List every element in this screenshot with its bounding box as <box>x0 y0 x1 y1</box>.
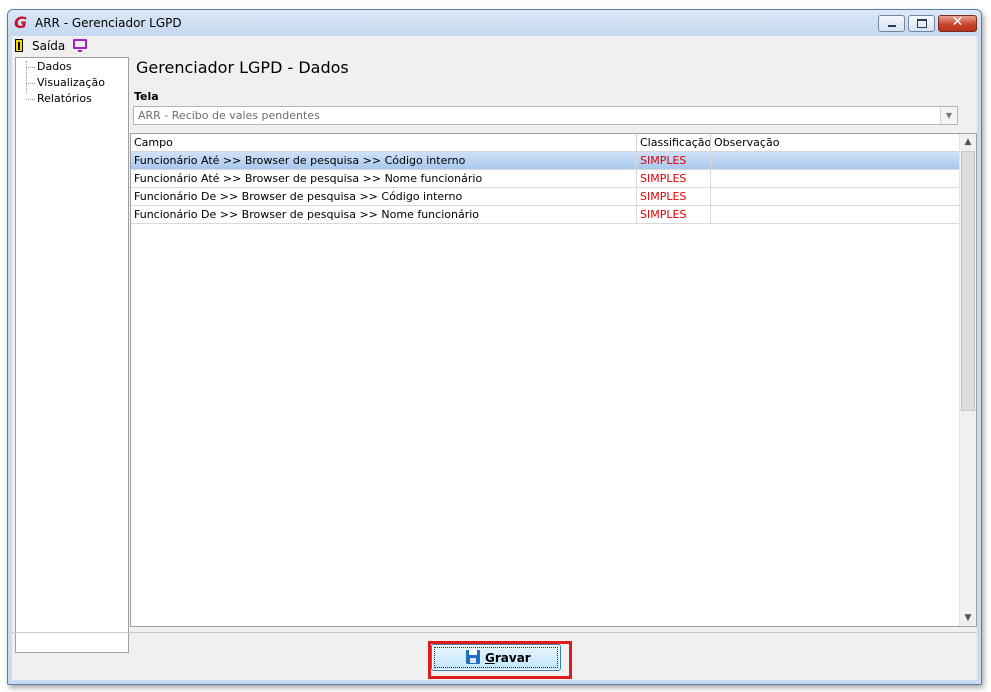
cell-classificacao: SIMPLES <box>640 190 687 203</box>
monitor-icon[interactable] <box>73 39 87 52</box>
fields-grid: Campo Classificação Observação Funcionár… <box>130 133 977 627</box>
column-header-campo[interactable]: Campo <box>131 134 637 151</box>
app-window: G ARR - Gerenciador LGPD ✕ Saída Dados V… <box>7 9 982 685</box>
window-title: ARR - Gerenciador LGPD <box>35 16 182 30</box>
floppy-disk-icon <box>466 650 480 664</box>
minimize-icon <box>888 25 896 27</box>
cell-campo: Funcionário De >> Browser de pesquisa >>… <box>134 190 463 203</box>
tree-item-visualizacao[interactable]: Visualização <box>37 76 105 89</box>
table-row[interactable]: Funcionário De >> Browser de pesquisa >>… <box>131 206 960 224</box>
column-header-observacao[interactable]: Observação <box>711 134 959 151</box>
cell-classificacao: SIMPLES <box>640 154 687 167</box>
save-button-label: Gravar <box>485 651 531 665</box>
menu-bar: Saída <box>12 36 977 56</box>
maximize-icon <box>917 19 927 28</box>
tree-connector <box>26 83 35 84</box>
client-area: Saída Dados Visualização Relatórios Gere… <box>12 36 977 680</box>
scrollbar-thumb[interactable] <box>961 151 975 411</box>
page-title: Gerenciador LGPD - Dados <box>136 58 349 77</box>
save-mnemonic: G <box>485 651 495 665</box>
maximize-button[interactable] <box>908 15 935 32</box>
tree-connector <box>26 67 35 68</box>
cell-observacao[interactable] <box>711 170 959 188</box>
close-icon: ✕ <box>951 14 964 30</box>
cell-campo: Funcionário Até >> Browser de pesquisa >… <box>134 154 466 167</box>
table-row[interactable]: Funcionário Até >> Browser de pesquisa >… <box>131 170 960 188</box>
title-bar[interactable]: G ARR - Gerenciador LGPD ✕ <box>8 10 981 36</box>
cell-campo: Funcionário Até >> Browser de pesquisa >… <box>134 172 483 185</box>
cell-campo: Funcionário De >> Browser de pesquisa >>… <box>134 208 480 221</box>
tela-select-value: ARR - Recibo de vales pendentes <box>138 109 320 122</box>
save-button[interactable]: Gravar <box>431 644 561 671</box>
tree-item-relatorios[interactable]: Relatórios <box>37 92 92 105</box>
chevron-down-icon[interactable]: ▼ <box>940 107 957 124</box>
save-label-rest: ravar <box>494 651 531 665</box>
column-header-classificacao[interactable]: Classificação <box>637 134 711 151</box>
tree-connector <box>26 99 35 100</box>
grid-vertical-scrollbar[interactable]: ▲ ▼ <box>959 134 976 626</box>
tela-label: Tela <box>134 90 159 103</box>
scroll-up-icon[interactable]: ▲ <box>960 134 976 150</box>
table-row[interactable]: Funcionário Até >> Browser de pesquisa >… <box>131 152 960 170</box>
cell-classificacao: SIMPLES <box>640 208 687 221</box>
navigation-tree: Dados Visualização Relatórios <box>15 57 129 653</box>
exit-menu-item[interactable]: Saída <box>32 39 65 53</box>
minimize-button[interactable] <box>878 15 905 32</box>
close-button[interactable]: ✕ <box>938 14 977 32</box>
cell-observacao[interactable] <box>711 152 959 170</box>
cell-observacao[interactable] <box>711 188 959 206</box>
tree-connector <box>26 61 27 93</box>
cell-observacao[interactable] <box>711 206 959 224</box>
scroll-down-icon[interactable]: ▼ <box>960 610 976 626</box>
footer-divider <box>12 632 977 633</box>
tela-select[interactable]: ARR - Recibo de vales pendentes ▼ <box>133 106 958 125</box>
cell-classificacao: SIMPLES <box>640 172 687 185</box>
grid-header: Campo Classificação Observação <box>131 134 960 152</box>
tree-item-dados[interactable]: Dados <box>37 60 72 73</box>
table-row[interactable]: Funcionário De >> Browser de pesquisa >>… <box>131 188 960 206</box>
exit-door-icon[interactable] <box>15 39 23 52</box>
app-logo-icon: G <box>14 13 28 32</box>
